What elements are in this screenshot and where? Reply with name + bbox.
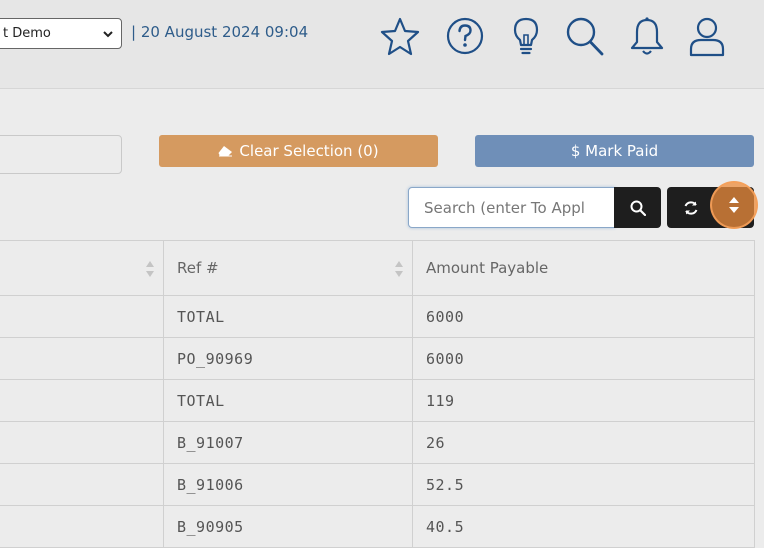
sort-arrows-icon — [395, 261, 403, 277]
amount-cell: 119 — [413, 380, 755, 422]
chevron-down-icon — [103, 31, 113, 38]
table-row[interactable]: B_91006 52.5 — [0, 464, 755, 506]
table-row[interactable]: B_90905 40.5 — [0, 506, 755, 548]
datetime-label: | 20 August 2024 09:04 — [131, 23, 309, 41]
table-cell — [0, 464, 164, 506]
sort-arrows-icon — [146, 261, 154, 277]
company-select[interactable]: t Demo — [0, 18, 122, 49]
table-cell — [0, 338, 164, 380]
ref-cell: B_91007 — [164, 422, 413, 464]
table-cell — [0, 506, 164, 548]
amount-cell: 26 — [413, 422, 755, 464]
table-cell — [0, 296, 164, 338]
refresh-icon — [684, 200, 697, 215]
top-bar: t Demo | 20 August 2024 09:04 — [0, 0, 764, 89]
table-cell — [0, 422, 164, 464]
ref-cell: B_91006 — [164, 464, 413, 506]
search-icon[interactable] — [562, 13, 606, 59]
table-row[interactable]: PO_90969 6000 — [0, 338, 755, 380]
table-search-input[interactable]: Search (enter To Appl — [408, 187, 615, 228]
sort-icon — [729, 197, 739, 213]
clear-selection-label: Clear Selection (0) — [239, 142, 379, 160]
ref-cell: TOTAL — [164, 380, 413, 422]
sort-toggle-highlight[interactable] — [710, 181, 758, 229]
table-row[interactable]: TOTAL 6000 — [0, 296, 755, 338]
search-button[interactable] — [614, 187, 661, 228]
amount-cell: 40.5 — [413, 506, 755, 548]
amount-cell: 6000 — [413, 338, 755, 380]
ref-cell: PO_90969 — [164, 338, 413, 380]
table-row[interactable]: TOTAL 119 — [0, 380, 755, 422]
table-search-placeholder: Search (enter To Appl — [424, 198, 585, 217]
column-header-first[interactable] — [0, 241, 164, 296]
table-cell — [0, 380, 164, 422]
help-icon[interactable] — [443, 13, 487, 59]
company-select-value: t Demo — [3, 26, 51, 41]
refresh-button[interactable] — [667, 187, 714, 228]
mark-paid-button[interactable]: $ Mark Paid — [475, 135, 754, 167]
amount-cell: 52.5 — [413, 464, 755, 506]
bell-icon[interactable] — [625, 13, 669, 59]
ref-cell: B_90905 — [164, 506, 413, 548]
eraser-icon — [218, 145, 233, 157]
lightbulb-icon[interactable] — [504, 13, 548, 59]
search-icon — [630, 200, 646, 216]
table-header-row: Ref # Amount Payable — [0, 241, 755, 296]
filter-input[interactable] — [0, 135, 122, 174]
amount-cell: 6000 — [413, 296, 755, 338]
payables-table: Ref # Amount Payable TOTAL 6000 PO_90969… — [0, 240, 755, 548]
mark-paid-label: $ Mark Paid — [570, 142, 659, 160]
table-row[interactable]: B_91007 26 — [0, 422, 755, 464]
ref-cell: TOTAL — [164, 296, 413, 338]
clear-selection-button[interactable]: Clear Selection (0) — [159, 135, 438, 167]
column-header-ref[interactable]: Ref # — [164, 241, 413, 296]
column-header-amount[interactable]: Amount Payable — [413, 241, 755, 296]
user-icon[interactable] — [685, 13, 729, 59]
star-icon[interactable] — [378, 13, 422, 59]
